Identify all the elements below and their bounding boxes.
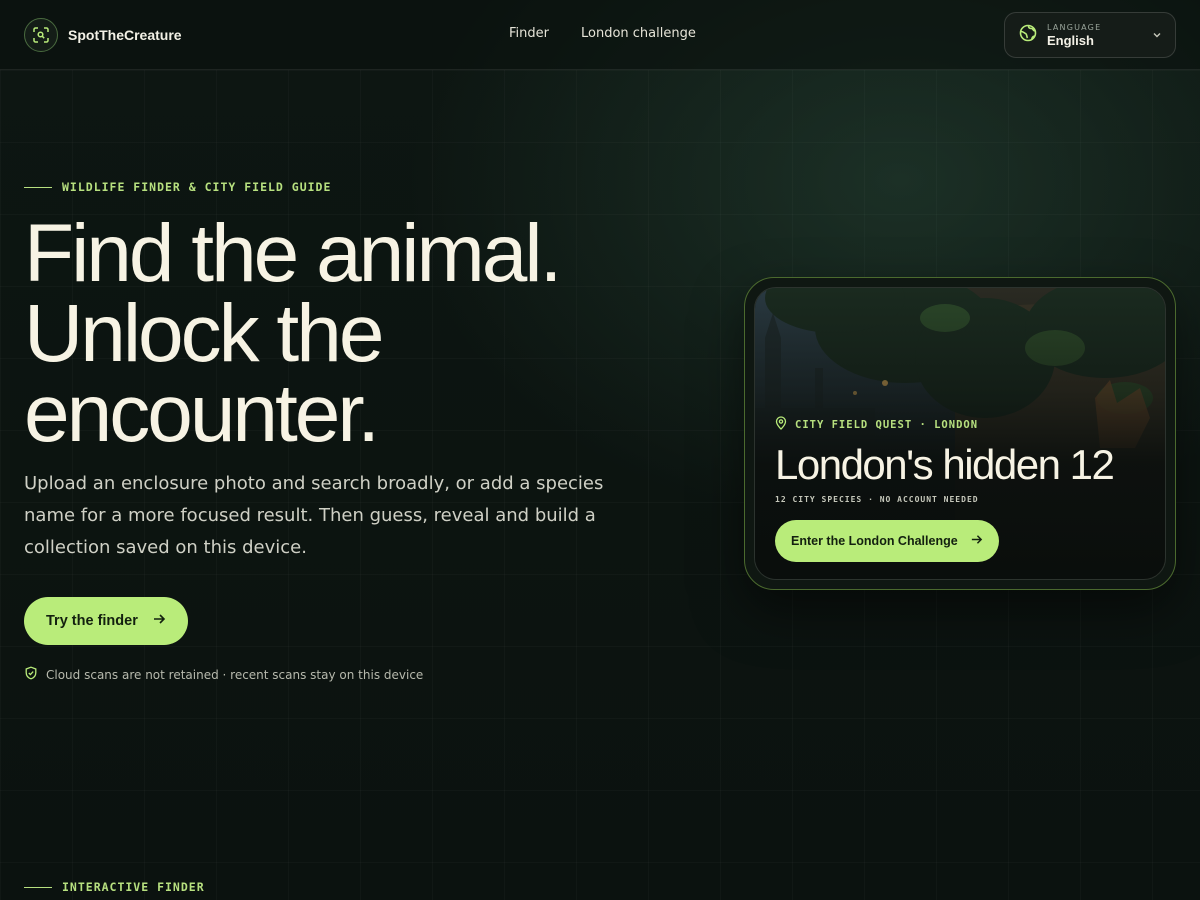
hero-title: Find the animal. Unlock the encounter. [24,208,664,459]
hero-eyebrow: WILDLIFE FINDER & CITY FIELD GUIDE [24,180,331,194]
arrow-right-icon [970,533,983,549]
language-select[interactable]: LANGUAGE English [1004,12,1176,58]
shield-check-icon [24,666,38,683]
hero-eyebrow-text: WILDLIFE FINDER & CITY FIELD GUIDE [62,180,332,194]
main-nav: Finder London challenge [509,26,696,41]
section-eyebrow-text: INTERACTIVE FINDER [62,880,205,894]
arrow-right-icon [152,612,166,630]
brand-name: SpotTheCreature [68,27,182,43]
privacy-note-text: Cloud scans are not retained · recent sc… [46,667,424,682]
top-header: SpotTheCreature Finder London challenge … [0,0,1200,70]
map-pin-icon [775,416,787,433]
card-eyebrow: CITY FIELD QUEST · LONDON [775,416,1113,433]
london-challenge-card: CITY FIELD QUEST · LONDON London's hidde… [754,287,1166,580]
card-meta: 12 CITY SPECIES · NO ACCOUNT NEEDED [775,495,979,504]
nav-item-london-challenge[interactable]: London challenge [581,26,696,41]
hero-title-line-1: Find the animal. [24,208,562,299]
section-eyebrow: INTERACTIVE FINDER [24,880,205,894]
language-value: English [1047,32,1094,48]
chevron-down-icon [1151,26,1163,45]
card-eyebrow-text: CITY FIELD QUEST · LONDON [795,418,979,431]
nav-item-finder[interactable]: Finder [509,26,549,41]
brand[interactable]: SpotTheCreature [24,18,182,52]
globe-icon [1019,24,1037,46]
enter-london-challenge-button[interactable]: Enter the London Challenge [775,520,999,562]
hero-subtitle: Upload an enclosure photo and search bro… [24,473,604,558]
card-content: CITY FIELD QUEST · LONDON London's hidde… [775,416,1115,562]
scan-icon [24,18,58,52]
try-finder-button[interactable]: Try the finder [24,597,188,645]
language-label: LANGUAGE [1047,22,1102,32]
hero-title-line-3: encounter. [24,368,380,459]
hero-title-line-2: Unlock the [24,288,384,379]
privacy-note: Cloud scans are not retained · recent sc… [24,666,423,683]
card-title: London's hidden 12 [775,441,1115,488]
try-finder-label: Try the finder [46,613,138,629]
enter-london-challenge-label: Enter the London Challenge [791,534,958,548]
